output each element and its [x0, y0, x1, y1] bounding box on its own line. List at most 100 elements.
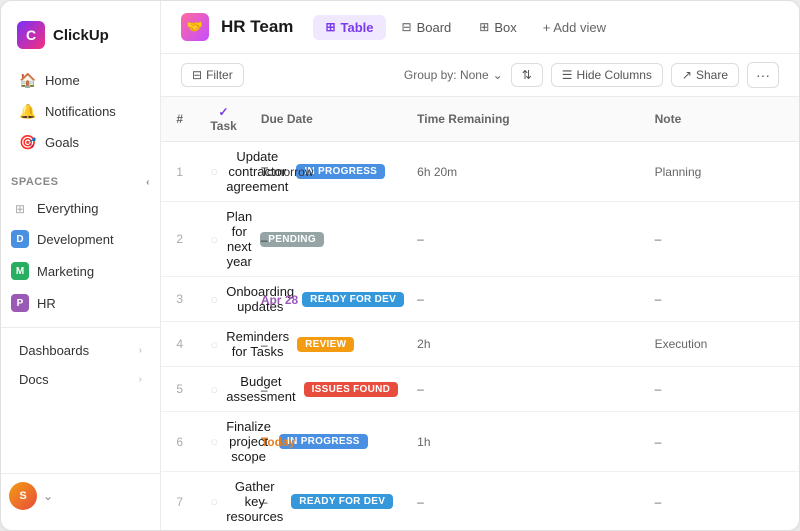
tab-board-label: Board: [417, 20, 452, 35]
spaces-label: Spaces: [11, 176, 58, 188]
table-row[interactable]: 6 ○ Finalize project scope IN PROGRESS T…: [161, 412, 799, 472]
filter-button[interactable]: ⊟ Filter: [181, 63, 244, 87]
bell-icon: 🔔: [19, 103, 37, 120]
logo-icon: C: [17, 21, 45, 49]
col-num-header: #: [161, 97, 198, 142]
dashboards-label: Dashboards: [19, 343, 89, 358]
more-options-button[interactable]: ···: [747, 62, 779, 88]
share-button[interactable]: ↗ Share: [671, 63, 739, 87]
home-icon: 🏠: [19, 72, 37, 89]
tab-table-label: Table: [341, 20, 374, 35]
more-icon: ···: [756, 67, 770, 83]
row-task-name: Gather key resources: [226, 479, 283, 524]
filter-label: Filter: [206, 68, 233, 82]
table-row[interactable]: 4 ○ Reminders for Tasks REVIEW – 2h Exec…: [161, 322, 799, 367]
sidebar-item-notifications[interactable]: 🔔 Notifications: [9, 96, 152, 127]
row-time-remaining: 6h 20m: [405, 142, 642, 202]
table-header-row: # ✓ Task Due Date Time Remaining Note: [161, 97, 799, 142]
group-by-selector[interactable]: Group by: None ⌄: [404, 68, 503, 82]
table-row[interactable]: 5 ○ Budget assessment ISSUES FOUND – – –: [161, 367, 799, 412]
table-row[interactable]: 7 ○ Gather key resources READY FOR DEV –…: [161, 472, 799, 531]
col-task-header: ✓ Task: [198, 97, 248, 142]
goals-icon: 🎯: [19, 134, 37, 151]
col-note-header: Note: [643, 97, 799, 142]
row-time-remaining: –: [405, 202, 642, 277]
row-checkbox[interactable]: ○: [210, 292, 218, 307]
share-icon: ↗: [682, 68, 692, 82]
row-time-remaining: 2h: [405, 322, 642, 367]
toolbar: ⊟ Filter Group by: None ⌄ ⇅ ☰ Hide Colum…: [161, 54, 799, 97]
user-section[interactable]: S ⌄: [9, 482, 152, 510]
row-status-badge: READY FOR DEV: [291, 494, 393, 509]
avatar-initials: S: [19, 490, 26, 502]
sort-button[interactable]: ⇅: [511, 63, 543, 87]
hide-columns-icon: ☰: [562, 68, 573, 82]
filter-icon: ⊟: [192, 68, 202, 82]
row-num: 7: [161, 472, 198, 531]
main-header: 🤝 HR Team ⊞ Table ⊟ Board ⊞ Box + Add vi…: [161, 1, 799, 54]
row-checkbox[interactable]: ○: [210, 382, 218, 397]
sidebar-item-home-label: Home: [45, 73, 80, 88]
task-table: # ✓ Task Due Date Time Remaining Note 1 …: [161, 97, 799, 530]
row-task-name: Reminders for Tasks: [226, 329, 289, 359]
row-checkbox[interactable]: ○: [210, 164, 218, 179]
table-row[interactable]: 2 ○ Plan for next year PENDING – – –: [161, 202, 799, 277]
row-status-badge: REVIEW: [297, 337, 354, 352]
table-container: # ✓ Task Due Date Time Remaining Note 1 …: [161, 97, 799, 530]
app-window: C ClickUp 🏠 Home 🔔 Notifications 🎯 Goals…: [0, 0, 800, 531]
row-num: 2: [161, 202, 198, 277]
group-by-label: Group by: None: [404, 68, 489, 82]
table-row[interactable]: 1 ○ Update contractor agreement IN PROGR…: [161, 142, 799, 202]
row-checkbox[interactable]: ○: [210, 232, 218, 247]
row-checkbox[interactable]: ○: [210, 434, 218, 449]
row-time-remaining: –: [405, 277, 642, 322]
sidebar-item-notifications-label: Notifications: [45, 104, 116, 119]
row-note: –: [643, 277, 799, 322]
tab-box[interactable]: ⊞ Box: [467, 15, 528, 40]
row-num: 5: [161, 367, 198, 412]
hr-icon: P: [11, 294, 29, 312]
sidebar-item-dashboards[interactable]: Dashboards ›: [9, 336, 152, 365]
logo[interactable]: C ClickUp: [1, 13, 160, 65]
sidebar-item-marketing[interactable]: M Marketing: [1, 255, 160, 287]
row-time-remaining: –: [405, 472, 642, 531]
tab-box-label: Box: [494, 20, 516, 35]
tab-table[interactable]: ⊞ Table: [313, 15, 385, 40]
row-note: –: [643, 472, 799, 531]
sidebar-item-goals-label: Goals: [45, 135, 79, 150]
sidebar-item-development-label: Development: [37, 232, 114, 247]
sort-icon: ⇅: [522, 68, 532, 82]
row-num: 3: [161, 277, 198, 322]
sidebar-item-everything[interactable]: ⊞ Everything: [1, 194, 160, 223]
share-label: Share: [696, 68, 728, 82]
sidebar-item-goals[interactable]: 🎯 Goals: [9, 127, 152, 158]
everything-icon: ⊞: [11, 202, 29, 216]
marketing-icon: M: [11, 262, 29, 280]
row-num: 4: [161, 322, 198, 367]
tab-board[interactable]: ⊟ Board: [390, 15, 464, 40]
box-tab-icon: ⊞: [479, 20, 489, 34]
spaces-arrow-icon: ‹: [146, 177, 150, 188]
dashboards-arrow-icon: ›: [139, 345, 142, 356]
row-num: 6: [161, 412, 198, 472]
row-note: –: [643, 367, 799, 412]
app-name: ClickUp: [53, 27, 109, 44]
row-checkbox[interactable]: ○: [210, 337, 218, 352]
sidebar-item-hr[interactable]: P HR: [1, 287, 160, 319]
row-checkbox[interactable]: ○: [210, 494, 218, 509]
table-row[interactable]: 3 ○ Onboarding updates READY FOR DEV Apr…: [161, 277, 799, 322]
spaces-header[interactable]: Spaces ‹: [1, 170, 160, 194]
row-task-name: Plan for next year: [226, 209, 252, 269]
check-icon: ✓: [219, 105, 229, 119]
hide-columns-button[interactable]: ☰ Hide Columns: [551, 63, 663, 87]
add-view-button[interactable]: + Add view: [533, 15, 616, 40]
row-note: Planning: [643, 142, 799, 202]
col-time-header: Time Remaining: [405, 97, 642, 142]
table-body: 1 ○ Update contractor agreement IN PROGR…: [161, 142, 799, 531]
sidebar-item-home[interactable]: 🏠 Home: [9, 65, 152, 96]
sidebar-item-docs[interactable]: Docs ›: [9, 365, 152, 394]
row-status-badge: ISSUES FOUND: [304, 382, 399, 397]
sidebar-item-development[interactable]: D Development: [1, 223, 160, 255]
main-content: 🤝 HR Team ⊞ Table ⊟ Board ⊞ Box + Add vi…: [161, 1, 799, 530]
row-status-badge: PENDING: [260, 232, 324, 247]
